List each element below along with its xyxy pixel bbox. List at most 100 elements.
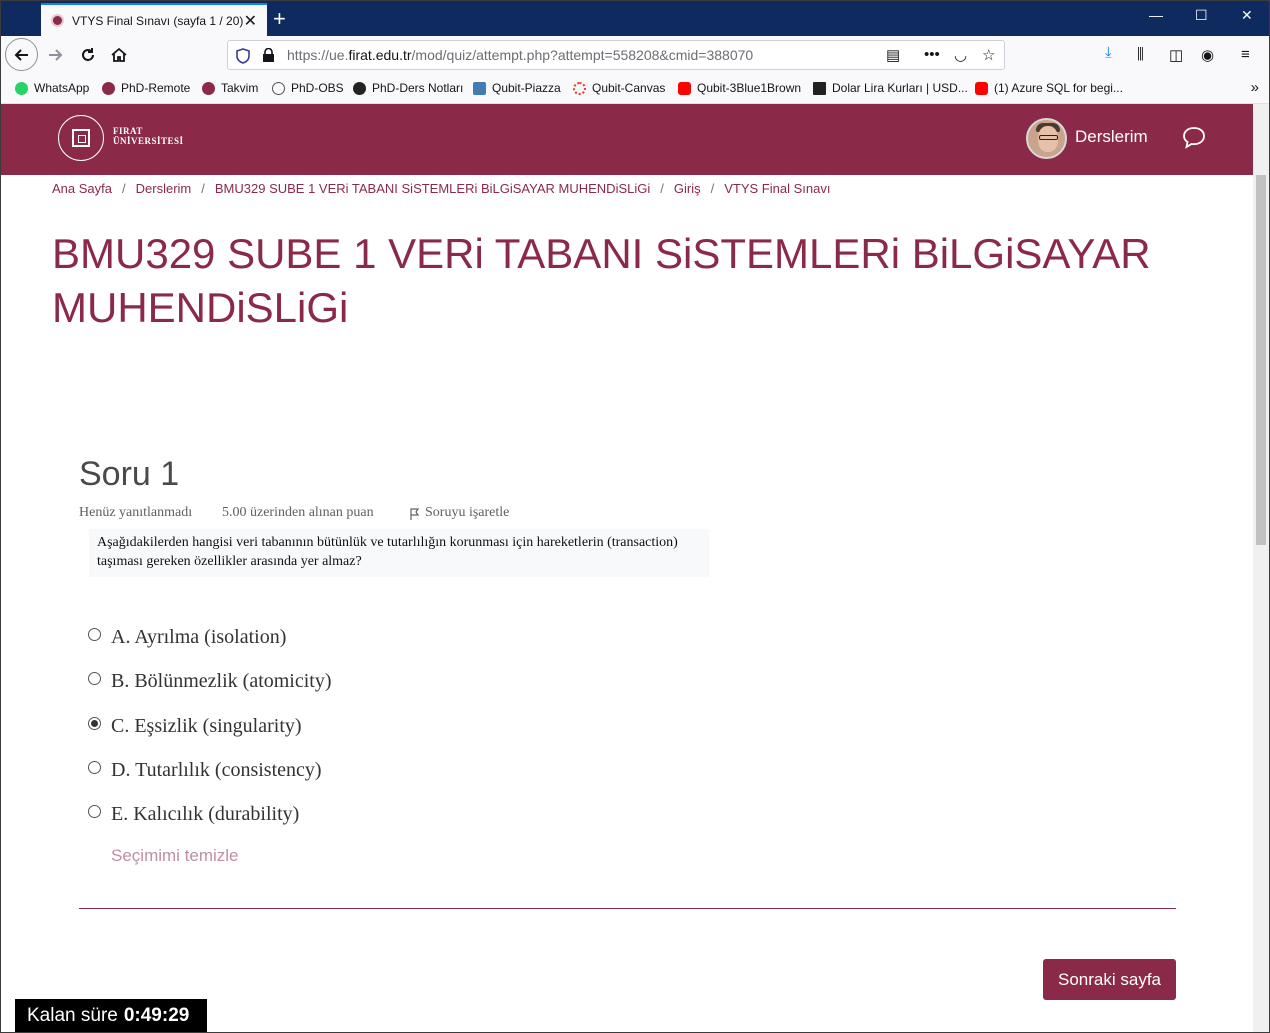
- answer-label[interactable]: E. Kalıcılık (durability): [111, 803, 299, 826]
- more-actions-icon[interactable]: •••: [924, 46, 940, 63]
- scrollbar-thumb[interactable]: [1256, 175, 1266, 545]
- bookmark-qubit-canvas[interactable]: Qubit-Canvas: [573, 81, 665, 95]
- answer-option-d[interactable]: D. Tutarlılık (consistency): [88, 753, 322, 782]
- firat-seal-icon: [202, 81, 215, 95]
- sidebar-icon[interactable]: ◫: [1169, 46, 1183, 64]
- page-title: BMU329 SUBE 1 VERi TABANI SiSTEMLERi BiL…: [52, 230, 1151, 331]
- home-icon: [111, 47, 127, 62]
- tab-strip: VTYS Final Sınavı (sayfa 1 / 20) ✕ + — ☐…: [1, 1, 1269, 36]
- answer-option-a[interactable]: A. Ayrılma (isolation): [88, 620, 286, 649]
- quiz-timer: Kalan süre 0:49:29: [15, 999, 207, 1032]
- bookmark-phd-obs[interactable]: PhD-OBS: [272, 81, 344, 95]
- radio-button[interactable]: [88, 805, 101, 818]
- answer-label[interactable]: C. Eşsizlik (singularity): [111, 715, 302, 738]
- breadcrumb-derslerim[interactable]: Derslerim: [136, 181, 192, 196]
- breadcrumb-giris[interactable]: Giriş: [674, 181, 701, 196]
- radio-button-selected[interactable]: [88, 717, 101, 730]
- avatar[interactable]: [1026, 118, 1067, 159]
- breadcrumb-quiz[interactable]: VTYS Final Sınavı: [724, 181, 830, 196]
- close-window-button[interactable]: ✕: [1241, 7, 1253, 24]
- bookmark-phd-ders-notlari[interactable]: PhD-Ders Notları: [353, 81, 463, 95]
- question-text: Aşağıdakilerden hangisi veri tabanının b…: [89, 529, 709, 577]
- library-icon[interactable]: ⫼: [1137, 46, 1144, 63]
- radio-button[interactable]: [88, 672, 101, 685]
- account-icon[interactable]: ◉: [1201, 46, 1214, 64]
- breadcrumb-separator: /: [660, 181, 664, 196]
- youtube-icon: [678, 81, 691, 95]
- tab-close-icon[interactable]: ✕: [244, 11, 257, 31]
- flag-question-link[interactable]: Soruyu işaretle: [425, 505, 509, 521]
- university-logo-text[interactable]: FIRAT ÜNİVERSİTESİ: [113, 126, 184, 146]
- bookmark-dolar-lira[interactable]: Dolar Lira Kurları | USD...: [813, 81, 968, 95]
- piazza-icon: [473, 81, 486, 95]
- bookmark-qubit-3blue1brown[interactable]: Qubit-3Blue1Brown: [678, 81, 801, 95]
- question-points: 5.00 üzerinden alınan puan: [222, 505, 374, 520]
- forward-button[interactable]: [40, 41, 70, 69]
- lock-icon[interactable]: [262, 48, 275, 63]
- breadcrumb-separator: /: [710, 181, 715, 196]
- tab-favicon-icon: [51, 14, 64, 27]
- bookmark-takvim[interactable]: Takvim: [202, 81, 258, 95]
- forward-arrow-icon: [49, 49, 63, 61]
- maximize-button[interactable]: ☐: [1195, 7, 1208, 24]
- bookmarks-bar: WhatsApp PhD-Remote Takvim PhD-OBS PhD-D…: [1, 74, 1269, 104]
- back-button[interactable]: [5, 38, 38, 71]
- navigation-bar: https://ue.firat.edu.tr/mod/quiz/attempt…: [1, 36, 1269, 74]
- timer-value: 0:49:29: [123, 1004, 190, 1026]
- bookmark-whatsapp[interactable]: WhatsApp: [15, 81, 89, 95]
- shield-icon[interactable]: [236, 48, 250, 64]
- answer-label[interactable]: A. Ayrılma (isolation): [111, 626, 286, 649]
- breadcrumb-separator: /: [201, 181, 205, 196]
- url-bar[interactable]: https://ue.firat.edu.tr/mod/quiz/attempt…: [227, 40, 1005, 70]
- menu-icon[interactable]: ≡: [1241, 46, 1250, 63]
- github-icon: [353, 81, 366, 95]
- bookmarks-overflow-icon[interactable]: »: [1251, 79, 1259, 96]
- answer-option-b[interactable]: B. Bölünmezlik (atomicity): [88, 664, 332, 693]
- divider: [79, 908, 1176, 909]
- browser-window: VTYS Final Sınavı (sayfa 1 / 20) ✕ + — ☐…: [0, 0, 1270, 1033]
- clear-choice-link[interactable]: Seçimimi temizle: [111, 846, 239, 866]
- pocket-icon[interactable]: ◡: [954, 46, 967, 64]
- youtube-icon: [975, 81, 988, 95]
- firat-seal-icon: [102, 81, 115, 95]
- next-page-button[interactable]: Sonraki sayfa: [1043, 959, 1176, 1000]
- answer-label[interactable]: B. Bölünmezlik (atomicity): [111, 670, 332, 693]
- question-heading: Soru 1: [79, 455, 180, 493]
- tab-title: VTYS Final Sınavı (sayfa 1 / 20): [72, 13, 244, 28]
- whatsapp-icon: [15, 81, 28, 95]
- downloads-icon[interactable]: ⤓: [1105, 44, 1112, 61]
- home-button[interactable]: [104, 41, 134, 69]
- new-tab-button[interactable]: +: [273, 6, 286, 32]
- page-content: FIRAT ÜNİVERSİTESİ Derslerim Ana Sayfa / D…: [1, 104, 1253, 1032]
- minimize-button[interactable]: —: [1149, 7, 1163, 23]
- bookmark-qubit-piazza[interactable]: Qubit-Piazza: [473, 81, 561, 95]
- canvas-icon: [573, 81, 586, 95]
- answer-option-c[interactable]: C. Eşsizlik (singularity): [88, 709, 302, 738]
- answer-label[interactable]: D. Tutarlılık (consistency): [111, 759, 322, 782]
- question-status: Henüz yanıtlanmadı: [79, 505, 193, 520]
- url-text[interactable]: https://ue.firat.edu.tr/mod/quiz/attempt…: [287, 47, 753, 63]
- bookmark-azure-sql[interactable]: (1) Azure SQL for begi...: [975, 81, 1123, 95]
- breadcrumb-ana-sayfa[interactable]: Ana Sayfa: [52, 181, 112, 196]
- active-tab[interactable]: VTYS Final Sınavı (sayfa 1 / 20) ✕: [41, 3, 267, 36]
- radio-button[interactable]: [88, 761, 101, 774]
- breadcrumb-separator: /: [122, 181, 126, 196]
- investing-icon: [813, 81, 826, 95]
- breadcrumb: Ana Sayfa / Derslerim / BMU329 SUBE 1 VERi T…: [52, 181, 830, 196]
- chat-icon[interactable]: [1181, 125, 1207, 151]
- page-scrollbar[interactable]: [1253, 104, 1269, 1032]
- bookmark-phd-remote[interactable]: PhD-Remote: [102, 81, 190, 95]
- globe-icon: [272, 81, 285, 95]
- user-menu-link[interactable]: Derslerim: [1075, 127, 1148, 147]
- radio-button[interactable]: [88, 628, 101, 641]
- reload-button[interactable]: [73, 41, 103, 69]
- timer-label: Kalan süre: [27, 1004, 118, 1026]
- reload-icon: [82, 48, 94, 61]
- university-seal-icon[interactable]: [58, 115, 104, 161]
- reader-view-icon[interactable]: ▤: [886, 46, 900, 64]
- site-header: FIRAT ÜNİVERSİTESİ Derslerim: [1, 104, 1253, 175]
- bookmark-star-icon[interactable]: ☆: [982, 46, 995, 64]
- answer-option-e[interactable]: E. Kalıcılık (durability): [88, 797, 299, 826]
- breadcrumb-course[interactable]: BMU329 SUBE 1 VERi TABANI SiSTEMLERi BiL…: [215, 181, 650, 196]
- flag-icon[interactable]: [410, 508, 420, 520]
